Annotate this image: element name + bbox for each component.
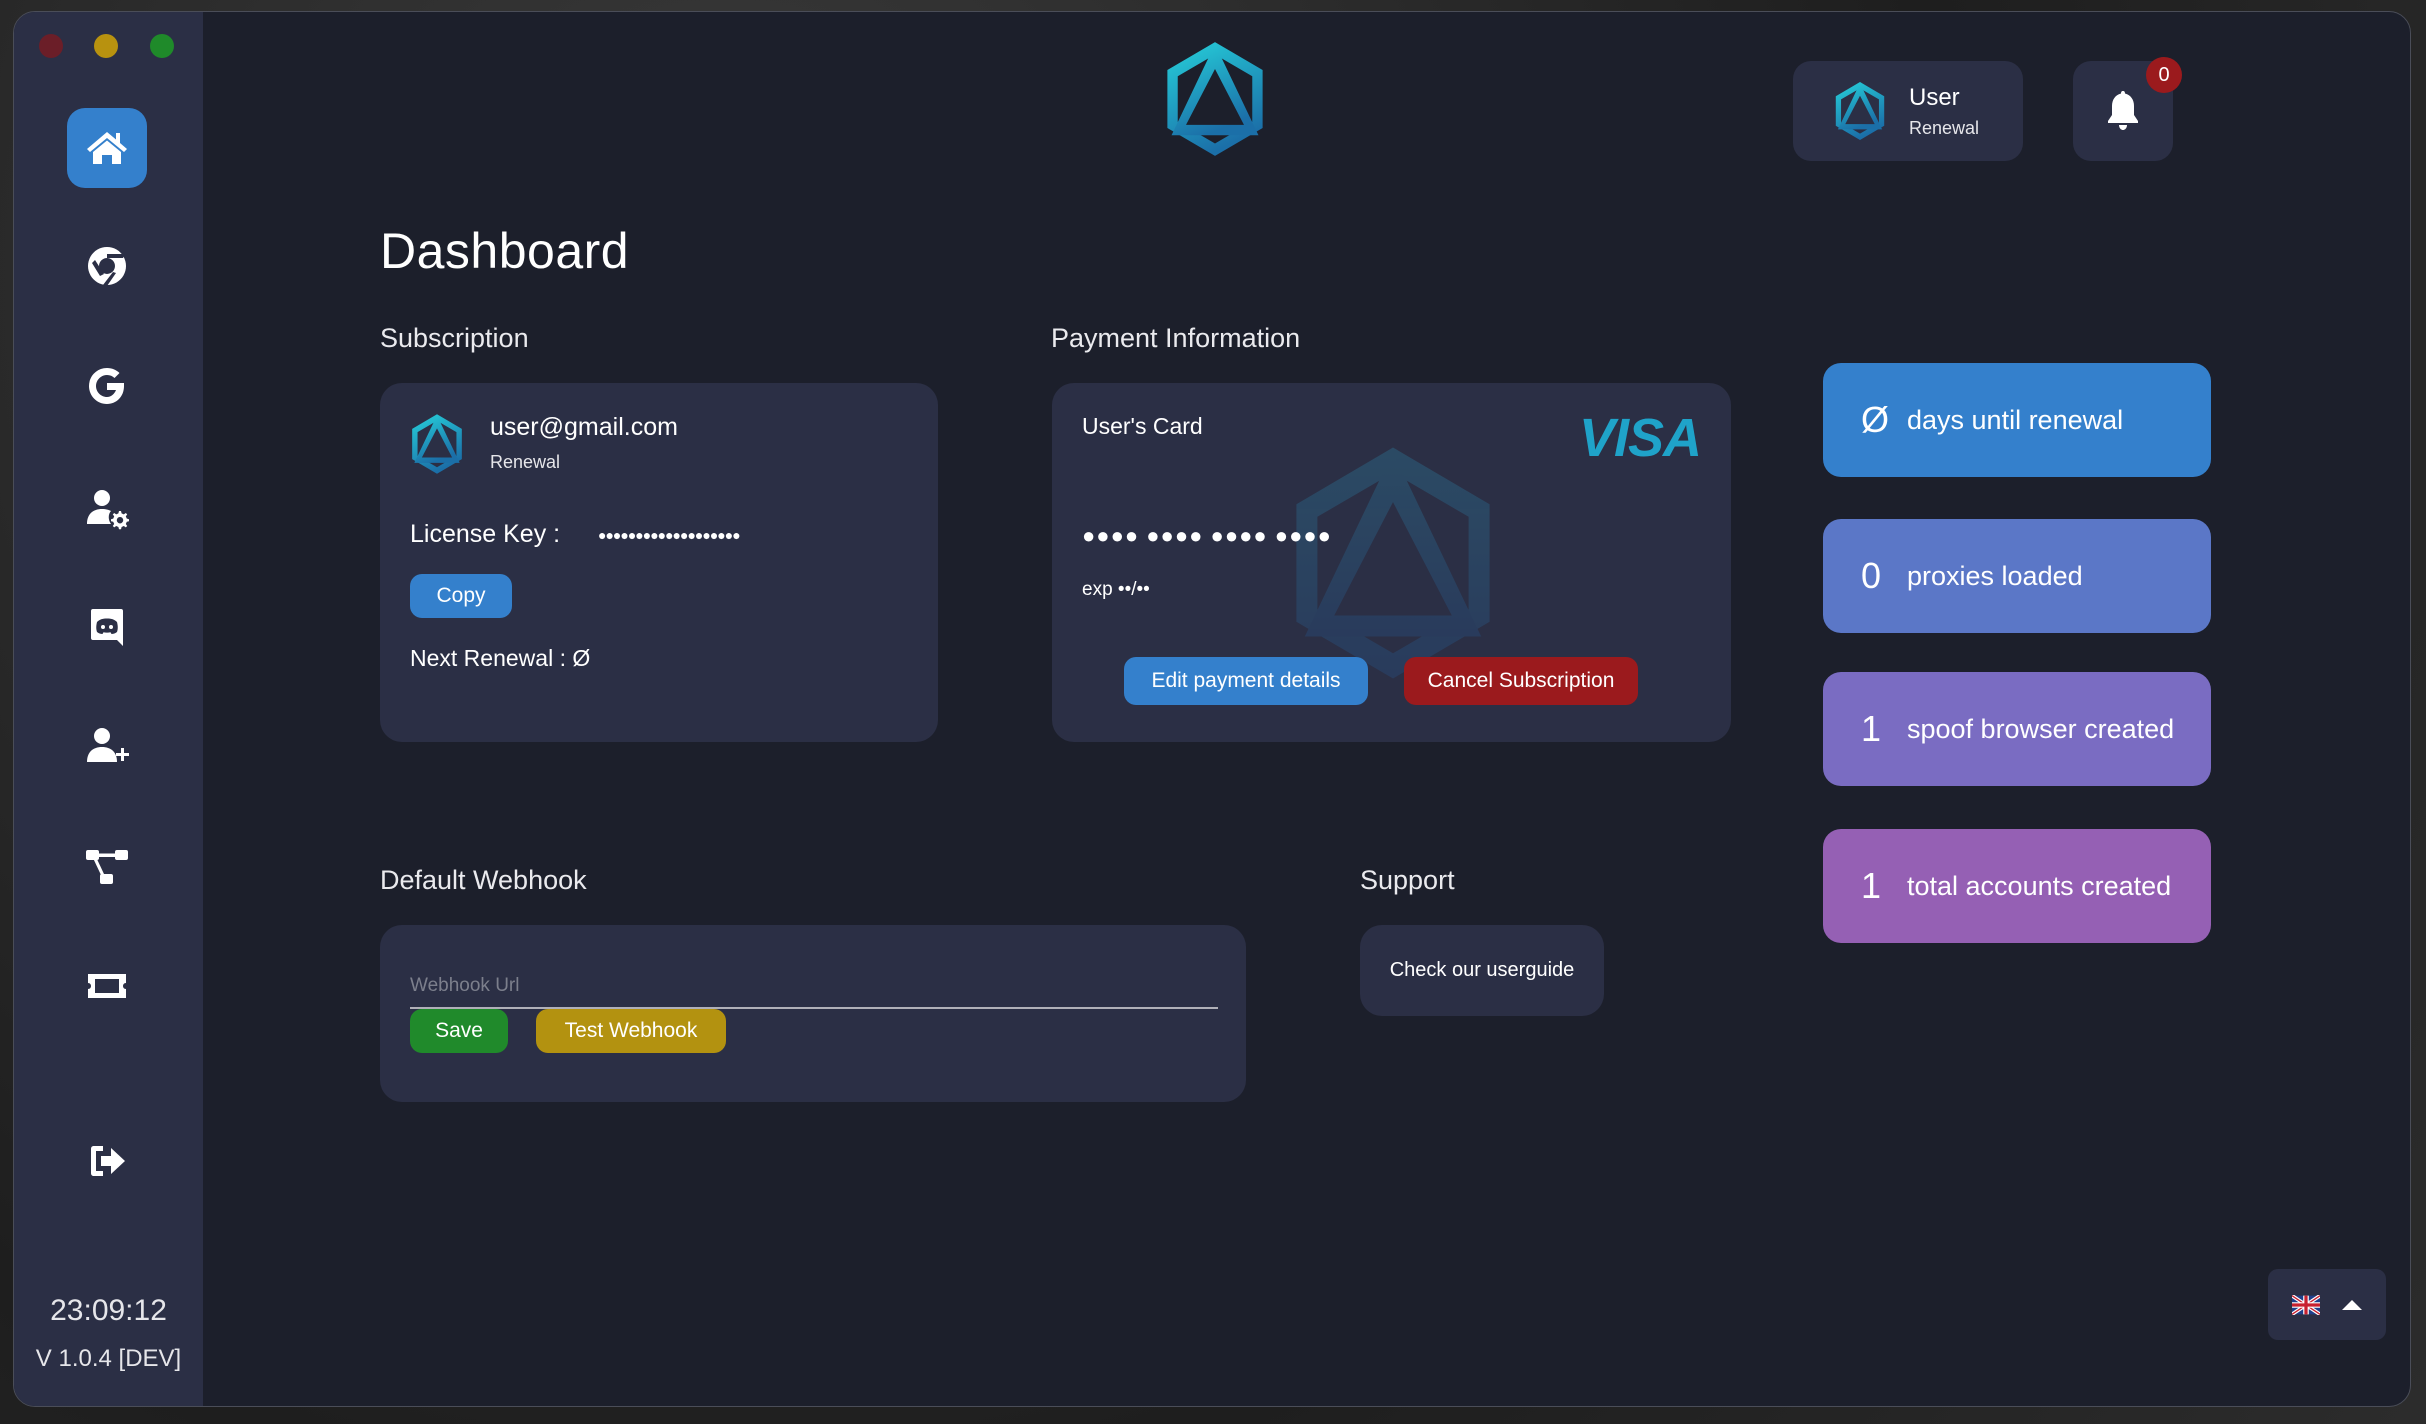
page-title: Dashboard: [380, 223, 630, 279]
stat-value: 1: [1861, 708, 1882, 749]
home-icon: [87, 132, 127, 164]
sidebar-item-add-user[interactable]: [67, 706, 147, 786]
sidebar-item-ticket[interactable]: [67, 946, 147, 1026]
stat-proxies-loaded: 0 proxies loaded: [1823, 519, 2211, 633]
card-holder-title: User's Card: [1082, 413, 1203, 439]
account-plan: Renewal: [490, 452, 561, 472]
language-selector[interactable]: [2268, 1269, 2386, 1340]
user-gear-icon: [87, 490, 129, 530]
account-avatar-icon: [410, 413, 464, 475]
logout-icon: [91, 1146, 125, 1176]
webhook-heading: Default Webhook: [380, 865, 587, 895]
license-key-value: ●●●●●●●●●●●●●●●●●●●: [598, 527, 741, 543]
support-heading: Support: [1360, 865, 1455, 895]
sidebar: 23:09:12 V 1.0.4 [DEV]: [14, 12, 203, 1406]
discord-icon: [91, 609, 123, 646]
sidebar-item-discord[interactable]: [67, 587, 147, 667]
stat-label: proxies loaded: [1907, 560, 2083, 591]
test-webhook-button[interactable]: Test Webhook: [536, 1009, 726, 1053]
stat-value: 0: [1861, 555, 1882, 596]
sidebar-item-workflow[interactable]: [67, 827, 147, 907]
user-profile-chip[interactable]: User Renewal: [1793, 61, 2023, 161]
stat-value: Ø: [1861, 399, 1890, 440]
next-renewal: Next Renewal : Ø: [410, 645, 591, 671]
bell-icon: [2108, 91, 2138, 130]
user-plan: Renewal: [1909, 117, 1980, 138]
save-webhook-button[interactable]: Save: [410, 1009, 508, 1053]
app-version: V 1.0.4 [DEV]: [35, 1345, 182, 1372]
sitemap-icon: [86, 850, 128, 884]
edit-payment-button[interactable]: Edit payment details: [1124, 657, 1368, 705]
masked-card-number: ●●●● ●●●● ●●●● ●●●●: [1082, 523, 1332, 548]
userguide-link[interactable]: Check our userguide: [1360, 925, 1604, 1016]
sidebar-item-google[interactable]: [67, 346, 147, 426]
stat-spoof-browsers: 1 spoof browser created: [1823, 672, 2211, 786]
sidebar-item-browser[interactable]: [67, 226, 147, 306]
window-minimize-button[interactable]: [94, 34, 118, 58]
window-close-button[interactable]: [39, 34, 63, 58]
payment-heading: Payment Information: [1051, 323, 1301, 353]
account-email: user@gmail.com: [490, 413, 678, 441]
card-expiry: exp ••/••: [1082, 579, 1150, 600]
license-key-label: License Key :: [410, 520, 561, 548]
user-avatar-icon: [1833, 81, 1887, 141]
cancel-subscription-button[interactable]: Cancel Subscription: [1404, 657, 1638, 705]
stat-label: total accounts created: [1907, 870, 2172, 901]
subscription-heading: Subscription: [380, 323, 529, 353]
stat-label: days until renewal: [1907, 404, 2124, 435]
webhook-card: Save Test Webhook: [380, 925, 1246, 1102]
user-name: User: [1909, 83, 1960, 111]
stat-label: spoof browser created: [1907, 713, 2175, 744]
card-watermark-logo: [1288, 443, 1498, 683]
notification-count-badge: 0: [2146, 57, 2182, 93]
clock: 23:09:12: [50, 1294, 167, 1327]
brand-logo: [1163, 40, 1267, 158]
ticket-icon: [88, 974, 126, 998]
main-content: User Renewal 0 Dashboard Subscription us…: [203, 12, 2410, 1406]
caret-up-icon: [2342, 1299, 2362, 1310]
sidebar-item-account-settings[interactable]: [67, 468, 147, 548]
chrome-icon: [88, 247, 127, 286]
webhook-url-input[interactable]: [410, 965, 1218, 1009]
window-maximize-button[interactable]: [150, 34, 174, 58]
sidebar-item-logout[interactable]: [67, 1121, 147, 1201]
stat-value: 1: [1861, 865, 1882, 906]
app-window: 23:09:12 V 1.0.4 [DEV] User Renewal 0 Da…: [13, 11, 2411, 1407]
stat-days-until-renewal: Ø days until renewal: [1823, 363, 2211, 477]
stat-total-accounts: 1 total accounts created: [1823, 829, 2211, 943]
subscription-card: user@gmail.com Renewal License Key : ●●●…: [380, 383, 938, 742]
google-icon: [89, 368, 124, 404]
uk-flag-icon: [2292, 1294, 2320, 1315]
sidebar-item-home[interactable]: [67, 108, 147, 188]
visa-logo-icon: VISA: [1578, 408, 1702, 468]
copy-license-button[interactable]: Copy: [410, 574, 512, 618]
payment-card: User's Card VISA ●●●● ●●●● ●●●● ●●●● exp…: [1052, 383, 1731, 742]
user-plus-icon: [87, 728, 129, 762]
